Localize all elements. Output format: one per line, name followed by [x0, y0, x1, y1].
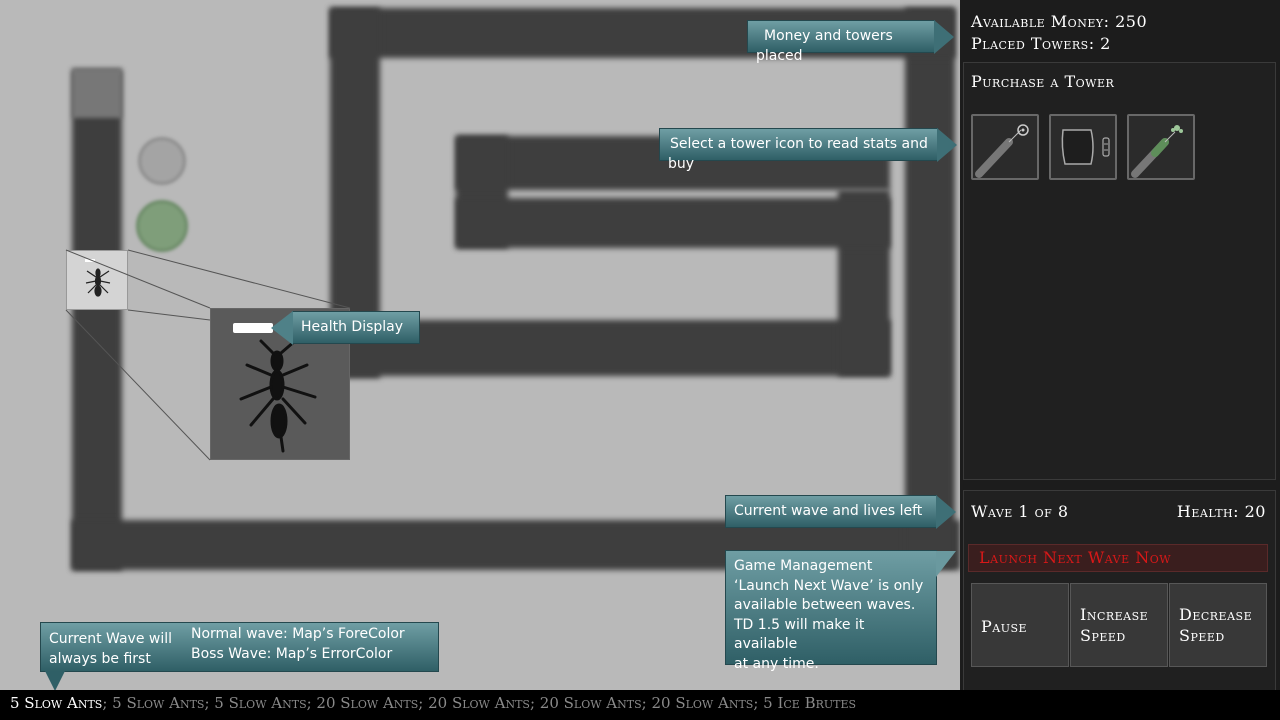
cannon-tower-icon [1061, 129, 1110, 165]
path-segment [456, 198, 890, 248]
callout-current-wave-first: Current Wave will always be first Normal… [40, 622, 439, 691]
decrease-speed-label: Decrease [1179, 605, 1253, 624]
current-wave-entry: 5 Slow Ants [10, 694, 103, 712]
sidebar: Available Money: 250 Placed Towers: 2 Pu… [960, 0, 1280, 690]
callout-wave-lives-text: Current wave and lives left [734, 503, 923, 519]
upcoming-waves: ; 5 Slow Ants; 5 Slow Ants; 20 Slow Ants… [102, 694, 857, 712]
decrease-speed-button[interactable]: Decrease Speed [1169, 583, 1267, 667]
increase-speed-button[interactable]: Increase Speed [1070, 583, 1168, 667]
callout-wave-lives: Current wave and lives left [725, 495, 937, 528]
callout-line: Current Wave will [49, 631, 173, 647]
placed-tower[interactable] [136, 200, 188, 252]
path-segment [72, 70, 122, 570]
callout-money: Money and towers placed [747, 20, 935, 64]
pause-button[interactable]: Pause [971, 583, 1069, 667]
enemy-health-bar [85, 259, 95, 262]
callout-line: Normal wave: Map’s ForeColor [191, 626, 405, 642]
increase-speed-label: Speed [1080, 626, 1126, 645]
placed-towers: Placed Towers: 2 [971, 34, 1111, 53]
tower-button-frost[interactable] [1127, 114, 1195, 180]
decrease-speed-label: Speed [1179, 626, 1225, 645]
callout-game-management-line: available between waves. [734, 597, 916, 613]
placed-tower[interactable] [138, 137, 186, 185]
health-counter: Health: 20 [1176, 502, 1266, 521]
wave-ticker: 5 Slow Ants; 5 Slow Ants; 5 Slow Ants; 2… [0, 690, 1280, 720]
callout-line: Boss Wave: Map’s ErrorColor [191, 646, 393, 662]
wave-counter: Wave 1 of 8 [971, 502, 1069, 521]
dart-tower-icon [975, 124, 1029, 178]
callout-game-management-line: Game Management [734, 558, 873, 574]
callout-game-management-line: at any time. [734, 655, 819, 672]
enemy-ant [66, 250, 128, 310]
callout-line: always be first [49, 651, 151, 667]
callout-game-management-line: TD 1.5 will make it available [734, 616, 865, 653]
increase-speed-label: Increase [1080, 605, 1149, 624]
callout-wave-colors-text: Normal wave: Map’s ForeColor Boss Wave: … [191, 624, 405, 664]
path-segment [905, 8, 955, 568]
callout-select-tower: Select a tower icon to read stats and bu… [659, 128, 938, 172]
purchase-heading: Purchase a Tower [971, 72, 1115, 91]
spawn-point [72, 68, 122, 118]
tower-button-dart[interactable] [971, 114, 1039, 180]
enemy-health-bar-zoomed [233, 323, 273, 333]
callout-current-wave-text: Current Wave will always be first [49, 629, 172, 669]
tower-button-cannon[interactable] [1049, 114, 1117, 180]
callout-health-display-text: Health Display [301, 319, 404, 335]
callout-game-management-line: ‘Launch Next Wave’ is only [734, 577, 924, 594]
pause-label: Pause [981, 617, 1028, 636]
frost-tower-icon [1131, 125, 1183, 178]
available-money: Available Money: 250 [971, 12, 1148, 31]
callout-health-display: Health Display [292, 311, 420, 344]
launch-next-wave-button[interactable]: Launch Next Wave Now [968, 544, 1268, 572]
callout-game-management: Game Management ‘Launch Next Wave’ is on… [725, 550, 956, 672]
ant-icon [85, 268, 111, 297]
